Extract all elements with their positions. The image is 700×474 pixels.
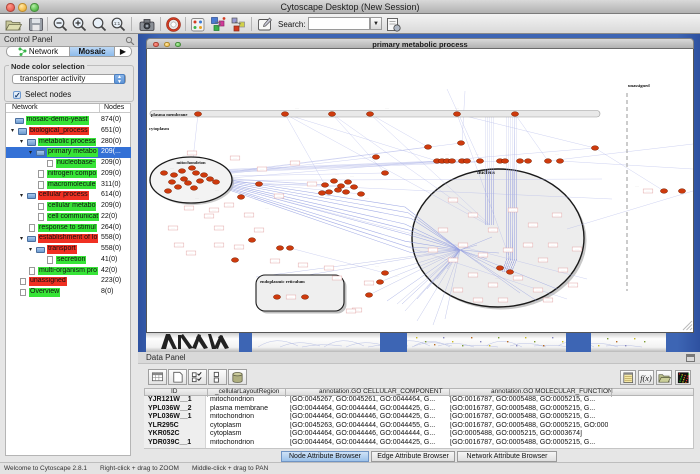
svg-text:····: ···· [367, 282, 371, 285]
svg-text:····: ···· [456, 289, 460, 292]
svg-text:····: ···· [455, 106, 459, 110]
svg-text:cytoplasm: cytoplasm [149, 126, 169, 131]
svg-text:····: ···· [310, 183, 314, 186]
svg-text:····: ···· [289, 296, 293, 299]
svg-text:····: ···· [355, 309, 359, 312]
svg-text:····: ···· [516, 277, 520, 280]
svg-text:····: ···· [531, 224, 535, 227]
svg-text:····: ···· [385, 106, 389, 110]
svg-text:····: ···· [293, 162, 297, 165]
svg-text:····: ···· [441, 229, 445, 232]
svg-text:····: ···· [247, 214, 251, 217]
svg-text:····: ···· [190, 152, 194, 155]
svg-text:····: ···· [207, 215, 211, 218]
svg-text:····: ···· [170, 166, 174, 170]
svg-text:····: ···· [571, 284, 575, 287]
svg-text:····: ···· [495, 276, 499, 280]
svg-text:····: ···· [451, 259, 455, 262]
svg-text:····: ···· [505, 152, 509, 156]
svg-text:plasma membrane: plasma membrane [151, 112, 187, 117]
svg-text:····: ···· [335, 172, 339, 176]
svg-text:····: ···· [227, 204, 231, 207]
svg-text:····: ···· [189, 252, 193, 255]
svg-text:mitochondrion: mitochondrion [176, 160, 206, 165]
svg-text:····: ···· [491, 284, 495, 287]
svg-text:····: ···· [475, 152, 479, 156]
svg-text:····: ···· [455, 242, 459, 246]
svg-text:····: ···· [335, 277, 339, 280]
svg-text:····: ···· [187, 207, 191, 210]
svg-text:····: ···· [471, 274, 475, 277]
svg-text:····: ···· [491, 229, 495, 232]
svg-text:····: ···· [481, 254, 485, 257]
svg-text:····: ···· [635, 184, 639, 188]
svg-text:····: ···· [349, 310, 353, 313]
svg-text:····: ···· [205, 158, 209, 162]
svg-text:····: ···· [365, 196, 369, 200]
svg-text:····: ···· [183, 153, 187, 157]
svg-text:····: ···· [217, 227, 221, 230]
svg-text:····: ···· [171, 227, 175, 230]
svg-text:····: ···· [260, 168, 264, 171]
svg-text:····: ···· [551, 244, 555, 247]
svg-text:····: ···· [327, 267, 331, 270]
svg-text:····: ···· [536, 289, 540, 292]
svg-text:····: ···· [325, 194, 329, 198]
svg-text:····: ···· [575, 248, 579, 251]
svg-text:····: ···· [217, 244, 221, 247]
svg-text:····: ···· [431, 249, 435, 252]
svg-text:····: ···· [237, 246, 241, 249]
svg-text:····: ···· [212, 209, 216, 212]
svg-text:····: ···· [511, 209, 515, 212]
svg-text:····: ···· [476, 299, 480, 302]
svg-text:····: ···· [471, 214, 475, 217]
svg-text:····: ···· [506, 249, 510, 252]
svg-text:····: ···· [501, 299, 505, 302]
svg-text:f(x): f(x) [640, 374, 652, 383]
svg-text:····: ···· [265, 206, 269, 210]
svg-text:····: ···· [445, 152, 449, 156]
svg-text:endoplasmic reticulum: endoplasmic reticulum [260, 279, 305, 284]
svg-text:····: ···· [555, 152, 559, 156]
svg-text:····: ···· [561, 269, 565, 272]
svg-text:····: ···· [461, 244, 465, 247]
svg-text:····: ···· [526, 244, 530, 247]
svg-text:····: ···· [245, 186, 249, 190]
svg-text:····: ···· [257, 229, 261, 232]
svg-text:····: ···· [395, 274, 399, 278]
svg-text:····: ···· [555, 214, 559, 217]
svg-text:····: ···· [375, 264, 379, 268]
svg-text:····: ···· [195, 196, 199, 200]
svg-text:unassigned: unassigned [628, 83, 650, 88]
svg-text:····: ···· [233, 157, 237, 160]
svg-text:····: ···· [295, 106, 299, 110]
svg-text:····: ···· [301, 264, 305, 267]
svg-text:1:1: 1:1 [114, 21, 121, 26]
svg-text:····: ···· [475, 258, 479, 262]
svg-text:····: ···· [546, 299, 550, 302]
svg-text:····: ···· [646, 190, 650, 193]
svg-text:····: ···· [350, 174, 354, 178]
svg-text:····: ···· [451, 199, 455, 202]
svg-text:nucleus: nucleus [477, 170, 495, 176]
svg-text:····: ···· [541, 259, 545, 262]
svg-text:····: ···· [273, 260, 277, 263]
svg-text:····: ···· [177, 244, 181, 247]
svg-text:····: ···· [215, 188, 219, 192]
svg-text:····: ···· [277, 195, 281, 198]
